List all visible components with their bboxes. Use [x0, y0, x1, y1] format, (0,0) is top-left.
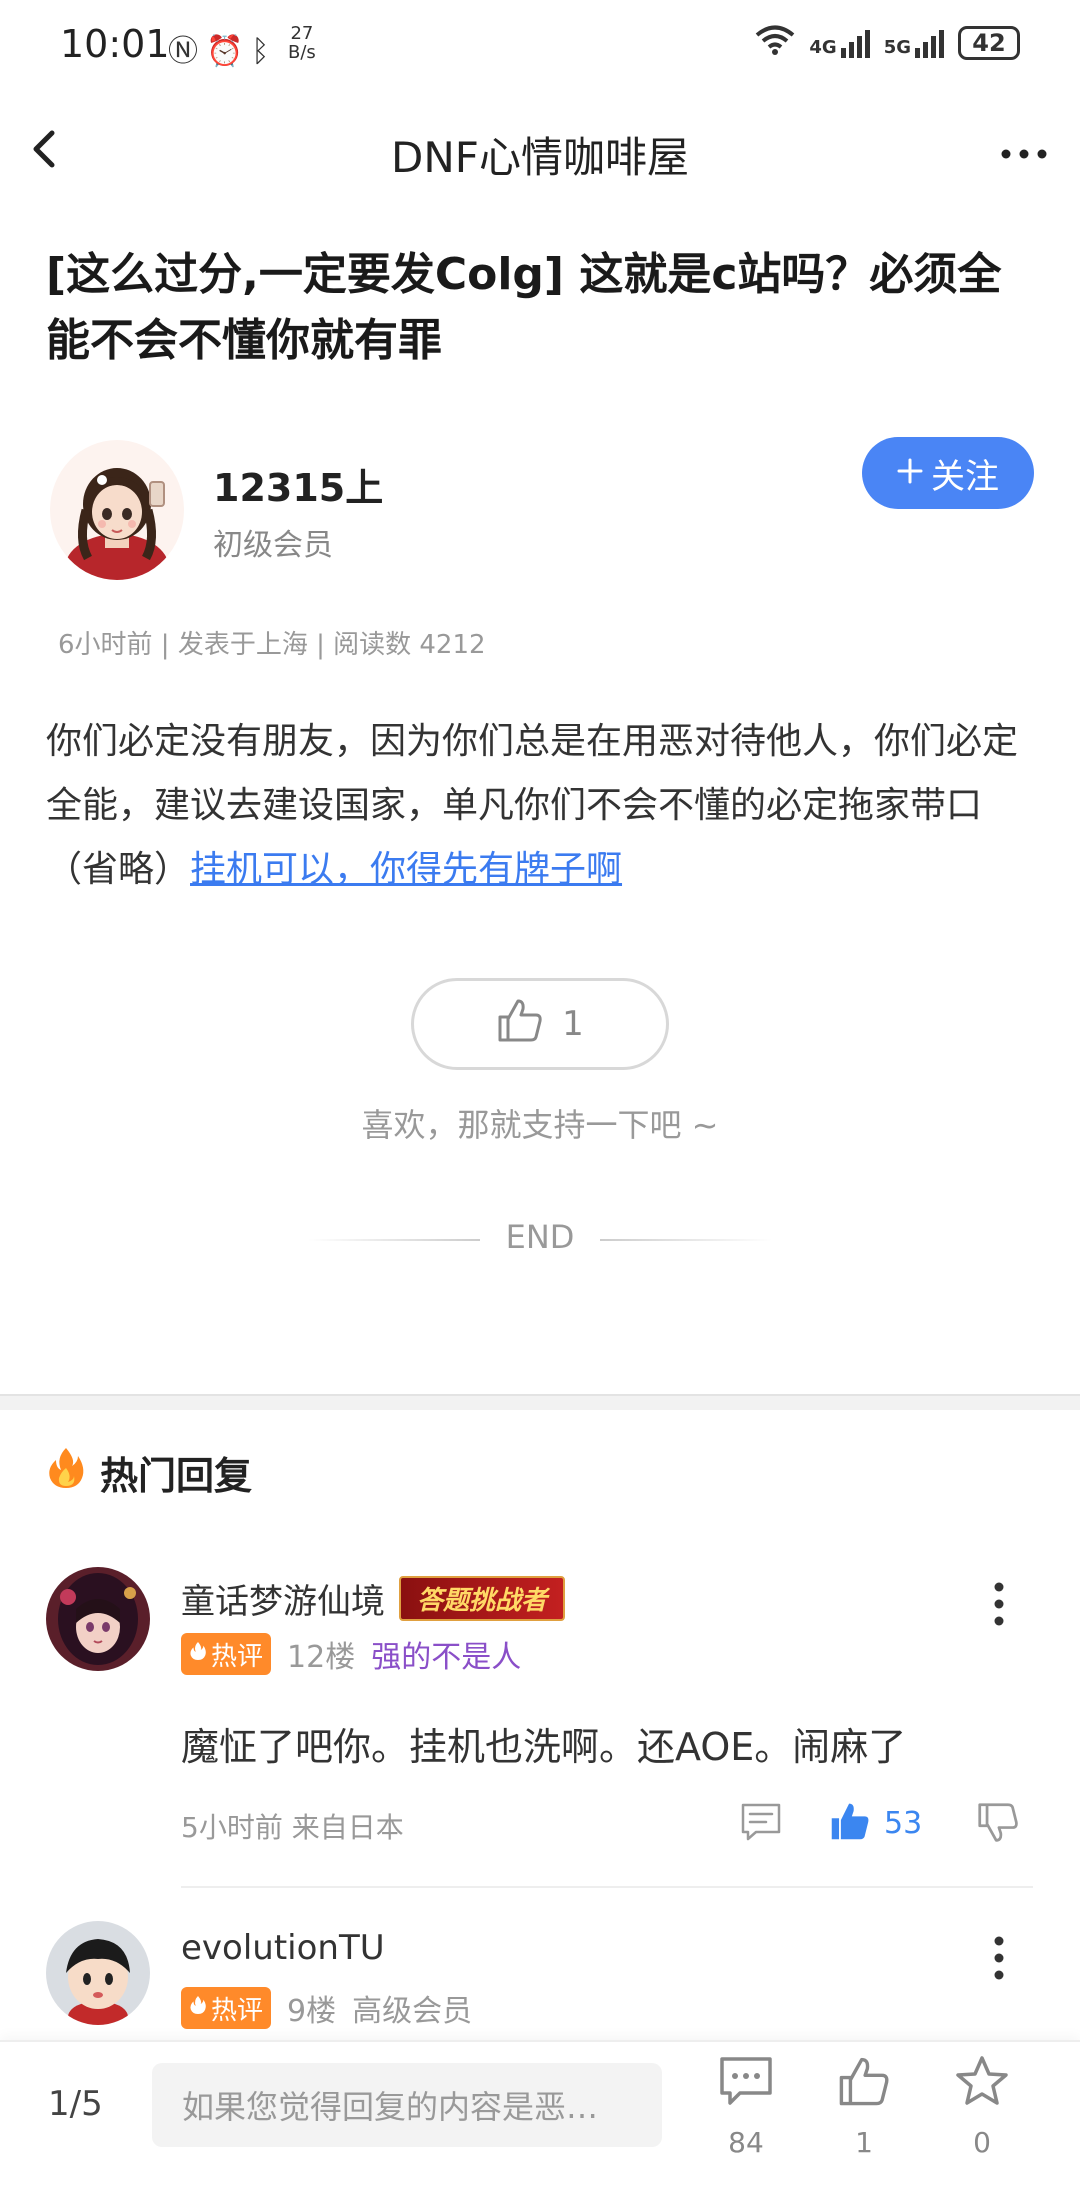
reply-author-title: 强的不是人 [371, 1640, 522, 1675]
net-speed-value: 27 [290, 23, 314, 44]
status-time: 10:01 [60, 22, 170, 66]
follow-label: 关注 [931, 456, 999, 497]
hot-comment-tag: 热评 [181, 1987, 272, 2029]
reply-like-button[interactable]: 53 [828, 1800, 922, 1846]
thumbs-down-icon [976, 1803, 1020, 1848]
end-divider-right [600, 1239, 772, 1241]
likes-count: 1 [855, 2126, 873, 2159]
favorite-button[interactable]: 0 [942, 2055, 1022, 2159]
thumbs-up-filled-icon [828, 1800, 872, 1846]
reply-floor: 9楼 [287, 1994, 337, 2029]
like-button[interactable]: 1 [411, 978, 669, 1070]
reply-input[interactable]: 如果您觉得回复的内容是恶… [152, 2063, 662, 2147]
section-divider [0, 1394, 1080, 1410]
plus-icon [897, 453, 923, 493]
reply-author-badge: 答题挑战者 [399, 1576, 566, 1621]
more-vertical-icon [993, 1582, 1005, 1636]
back-button[interactable] [30, 128, 70, 178]
reply-text: 魔怔了吧你。挂机也洗啊。还AOE。闹麻了 [181, 1725, 907, 1769]
battery-icon: 42 [958, 26, 1020, 60]
signal-5g-icon [915, 28, 944, 58]
comment-icon [740, 1803, 782, 1846]
follow-button[interactable]: 关注 [862, 437, 1034, 509]
thumbs-up-icon [496, 997, 544, 1052]
reply-more-button[interactable] [989, 1582, 1009, 1626]
hot-replies-title: 热门回复 [100, 1454, 253, 1498]
reply-floor: 12楼 [287, 1640, 356, 1675]
fire-icon [189, 1639, 207, 1669]
hot-comment-label: 热评 [211, 1641, 264, 1672]
reply-tags: 热评 12楼 强的不是人 [181, 1632, 521, 1676]
reply-avatar[interactable] [46, 1921, 150, 2025]
bluetooth-icon: ᛒ [251, 34, 278, 69]
more-button[interactable] [1000, 120, 1048, 171]
thumbs-up-icon [836, 2055, 892, 2114]
signal-4g-label: 4G [809, 37, 837, 58]
status-right: 4G 5G 42 [755, 24, 1020, 62]
signal-5g: 5G [884, 28, 944, 58]
hot-comment-tag: 热评 [181, 1633, 272, 1675]
fire-icon [189, 1993, 207, 2023]
net-speed: 27 B/s [288, 24, 316, 62]
post-title: [这么过分,一定要发Colg] 这就是c站吗？必须全能不会不懂你就有罪 [46, 249, 1002, 366]
like-action-button[interactable]: 1 [824, 2055, 904, 2159]
reply-author-title: 高级会员 [352, 1994, 473, 2029]
post-body: 你们必定没有朋友，因为你们总是在用恶对待他人，你们必定全能，建议去建设国家，单凡… [46, 710, 1036, 902]
hot-replies-header: 热门回复 [46, 1445, 252, 1500]
reply-header: 童话梦游仙境 答题挑战者 [181, 1574, 566, 1623]
nfc-icon: Ⓝ [168, 34, 206, 69]
reply-author-name[interactable]: evolutionTU [181, 1928, 385, 1968]
like-count: 1 [562, 1004, 584, 1044]
author-avatar[interactable] [50, 440, 184, 580]
comments-count: 84 [728, 2126, 764, 2159]
fire-icon [46, 1446, 86, 1499]
more-horizontal-icon [1000, 120, 1048, 171]
reply-tags: 热评 9楼 高级会员 [181, 1986, 472, 2030]
wifi-icon [755, 24, 795, 62]
comment-icon [718, 2055, 774, 2114]
reply-comment-button[interactable] [740, 1802, 782, 1846]
status-notification-icons: Ⓝ⏰ᛒ [168, 26, 277, 70]
post-body-link[interactable]: 挂机可以，你得先有牌子啊 [190, 849, 622, 890]
reply-like-count: 53 [884, 1805, 923, 1841]
page-title: DNF心情咖啡屋 [391, 133, 689, 182]
favorites-count: 0 [973, 2126, 991, 2159]
alarm-icon: ⏰ [206, 34, 252, 69]
comments-button[interactable]: 84 [706, 2055, 786, 2159]
reply-avatar[interactable] [46, 1567, 150, 1671]
net-speed-unit: B/s [288, 42, 316, 63]
hot-comment-label: 热评 [211, 1995, 264, 2026]
like-hint: 喜欢，那就支持一下吧 ~ [361, 1106, 719, 1144]
reply-dislike-button[interactable] [976, 1802, 1020, 1848]
author-level: 初级会员 [213, 528, 333, 563]
more-vertical-icon [993, 1936, 1005, 1990]
reply-meta: 5小时前 来自日本 [181, 1811, 404, 1844]
signal-4g: 4G [809, 28, 870, 58]
signal-4g-icon [840, 28, 870, 58]
end-label: END [505, 1218, 575, 1256]
reply-separator [181, 1886, 1033, 1888]
star-icon [954, 2055, 1010, 2114]
post-meta: 6小时前 | 发表于上海 | 阅读数 4212 [58, 630, 486, 660]
reply-more-button[interactable] [989, 1936, 1009, 1980]
page-indicator[interactable]: 1/5 [48, 2084, 103, 2124]
chevron-left-icon [30, 125, 58, 181]
author-name[interactable]: 12315上 [213, 457, 383, 512]
signal-5g-label: 5G [883, 37, 911, 58]
reply-author-name[interactable]: 童话梦游仙境 [181, 1574, 385, 1623]
